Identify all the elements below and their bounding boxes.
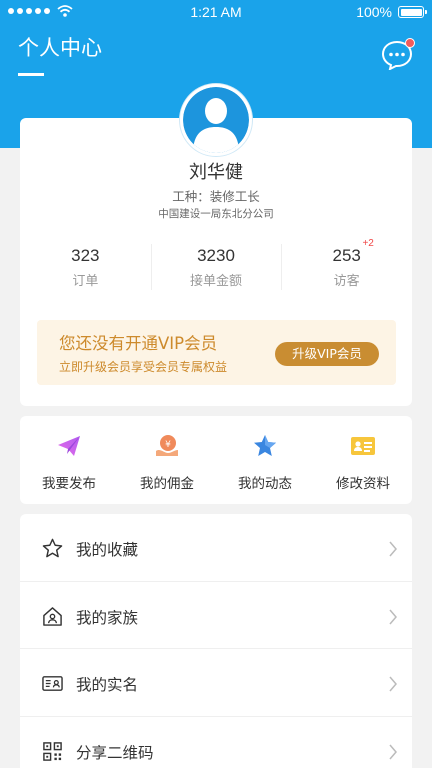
action-edit-profile[interactable]: 修改资料 (314, 416, 412, 504)
title-underline (18, 73, 44, 76)
action-commission[interactable]: ¥ 我的佣金 (118, 416, 216, 504)
svg-text:¥: ¥ (165, 440, 171, 450)
paper-plane-icon (58, 436, 80, 456)
stats-row: 323 订单 3230 接单金额 253 +2 访客 (20, 238, 412, 298)
id-verify-icon (42, 676, 63, 691)
stat-order-amount[interactable]: 3230 接单金额 (150, 238, 282, 298)
page-title: 个人中心 (18, 36, 102, 60)
menu-label: 我的家族 (76, 608, 139, 627)
menu-item-family[interactable]: 我的家族 (20, 582, 412, 649)
user-role: 工种：装修工长 (172, 189, 260, 204)
menu-item-real-name[interactable]: 我的实名 (20, 649, 412, 717)
visitor-increment: +2 (362, 238, 374, 249)
user-name: 刘华健 (189, 162, 243, 183)
stat-orders[interactable]: 323 订单 (20, 238, 151, 298)
action-label: 修改资料 (336, 476, 390, 492)
status-bar: 1:21 AM 100% (0, 0, 432, 24)
message-badge (405, 38, 415, 48)
menu-list: 我的收藏 我的家族 我的实名 分享二维码 (20, 514, 412, 768)
star-outline-icon (42, 538, 63, 558)
user-company: 中国建设一局东北分公司 (158, 208, 274, 220)
action-label: 我的佣金 (140, 476, 194, 492)
battery-icon (398, 6, 427, 18)
chevron-right-icon (389, 541, 397, 557)
commission-icon: ¥ (156, 435, 178, 456)
star-icon (254, 435, 276, 456)
stat-value-wrap: 253 +2 (332, 238, 373, 266)
stat-value: 323 (71, 246, 100, 265)
menu-item-favorites[interactable]: 我的收藏 (20, 514, 412, 582)
menu-label: 我的收藏 (76, 541, 139, 559)
battery-percentage: 100% (356, 4, 392, 20)
home-icon (43, 606, 62, 626)
menu-label: 我的实名 (76, 676, 139, 694)
id-card-icon (351, 437, 375, 455)
stat-label: 订单 (72, 274, 99, 289)
quick-actions: 我要发布 ¥ 我的佣金 我的动态 修改资料 (20, 416, 412, 504)
vip-banner: 您还没有开通VIP会员 立即升级会员享受会员专属权益 升级VIP会员 (37, 320, 396, 385)
stat-value: 3230 (197, 246, 235, 265)
vip-subtitle: 立即升级会员享受会员专属权益 (59, 360, 228, 374)
qr-code-icon (43, 741, 62, 761)
chevron-right-icon (389, 744, 397, 759)
action-publish[interactable]: 我要发布 (20, 416, 118, 504)
action-label: 我要发布 (42, 476, 96, 492)
upgrade-vip-button[interactable]: 升级VIP会员 (275, 342, 379, 366)
stat-value: 253 (332, 246, 361, 265)
stat-visitors[interactable]: 253 +2 访客 (281, 238, 412, 298)
chevron-right-icon (389, 609, 397, 624)
vip-title: 您还没有开通VIP会员 (59, 334, 218, 353)
menu-item-share-qr[interactable]: 分享二维码 (20, 717, 412, 768)
action-label: 我的动态 (238, 476, 292, 492)
stat-label: 接单金额 (190, 274, 243, 289)
chevron-right-icon (389, 676, 397, 692)
menu-label: 分享二维码 (76, 743, 154, 762)
messages-button[interactable] (381, 38, 415, 72)
user-silhouette-icon (193, 98, 239, 153)
stat-label: 访客 (333, 274, 360, 289)
action-feed[interactable]: 我的动态 (216, 416, 314, 504)
avatar[interactable] (180, 84, 252, 156)
